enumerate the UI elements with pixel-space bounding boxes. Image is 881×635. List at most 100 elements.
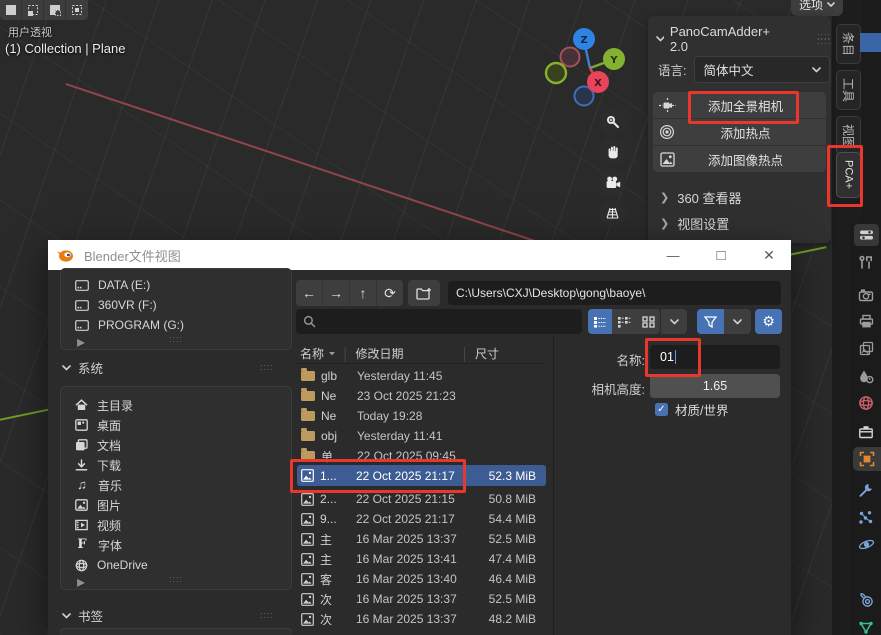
outliner-selected-row[interactable] [860, 33, 881, 52]
tab-view-layer-properties[interactable] [853, 336, 879, 360]
settings-button[interactable]: ⚙ [755, 309, 782, 334]
file-row[interactable]: Ne23 Oct 2025 21:23 [297, 386, 546, 406]
file-row[interactable]: glbYesterday 11:45 [297, 366, 546, 386]
add-image-hotspot-button[interactable]: 添加图像热点 [653, 146, 826, 172]
select-extend-icon[interactable] [22, 0, 44, 20]
minimize-button[interactable]: — [651, 240, 695, 270]
tab-tool[interactable]: 工具 [836, 70, 861, 110]
add-pano-camera-button[interactable]: 添加全景相机 [653, 92, 826, 118]
sidebar-item-videos[interactable]: 视频 [61, 515, 291, 535]
select-subtract-icon[interactable] [44, 0, 66, 20]
zoom-button[interactable] [599, 108, 626, 135]
column-date[interactable]: 修改日期 [356, 345, 404, 362]
bookmarks-section-header[interactable]: 书签 :::: [62, 606, 278, 625]
volumes-expand[interactable]: ▸:::: [61, 335, 291, 349]
tab-physics-properties[interactable] [853, 532, 879, 556]
tab-collection-properties[interactable] [853, 420, 879, 444]
tab-tool-properties[interactable] [853, 250, 879, 274]
navigation-gizmo[interactable]: Z Y X [544, 26, 636, 108]
system-expand[interactable]: ▸:::: [61, 575, 291, 589]
tab-view[interactable]: 视图 [836, 116, 861, 156]
panel-collapse-icon[interactable] [656, 36, 664, 42]
tab-constraint-properties[interactable] [853, 588, 879, 612]
volume-item[interactable]: DATA (E:) [61, 275, 291, 295]
material-world-option[interactable]: ✓ 材质/世界 [655, 400, 728, 419]
volume-item[interactable]: 360VR (F:) [61, 295, 291, 315]
tab-scene-properties[interactable] [853, 364, 879, 388]
file-row[interactable]: 单22 Oct 2025 09:45 [297, 446, 546, 466]
sidebar-item-music[interactable]: ♫ 音乐 [61, 475, 291, 495]
drive-icon [75, 320, 89, 331]
search-input[interactable] [296, 309, 582, 334]
maximize-button[interactable]: □ [699, 240, 743, 270]
new-folder-button[interactable] [408, 280, 440, 306]
section-view-settings[interactable]: ❯ 视图设置 [660, 214, 729, 233]
thumbnail-view-button[interactable] [636, 309, 660, 334]
image-file-icon [301, 513, 314, 526]
camera-height-label: 相机高度: [585, 379, 645, 398]
add-hotspot-button[interactable]: 添加热点 [653, 119, 826, 145]
sidebar-item-home[interactable]: 主目录 [61, 395, 291, 415]
file-row[interactable]: 主16 Mar 2025 13:3752.5 MiB [297, 529, 546, 549]
system-section-header[interactable]: 系统 :::: [62, 358, 278, 377]
volume-item[interactable]: PROGRAM (G:) [61, 315, 291, 335]
select-intersect-icon[interactable] [66, 0, 88, 20]
sidebar-item-fonts[interactable]: F 字体 [61, 535, 291, 555]
sidebar-item-desktop[interactable]: 桌面 [61, 415, 291, 435]
sidebar-item-onedrive[interactable]: OneDrive [61, 555, 291, 575]
tab-modifier-properties[interactable] [853, 478, 879, 502]
options-dropdown[interactable]: 选项 [791, 0, 843, 16]
drive-icon [75, 300, 89, 311]
dialog-titlebar[interactable]: Blender文件视图 — □ ✕ [48, 240, 791, 270]
file-row-selected[interactable]: 1...22 Oct 2025 21:1752.3 MiB [297, 465, 546, 486]
file-row[interactable]: 9...22 Oct 2025 21:1754.4 MiB [297, 509, 546, 529]
file-row[interactable]: 次16 Mar 2025 13:3752.5 MiB [297, 589, 546, 609]
hand-icon [606, 145, 620, 159]
detail-list-view-button[interactable] [612, 309, 636, 334]
file-row[interactable]: NeToday 19:28 [297, 406, 546, 426]
file-row[interactable]: objYesterday 11:41 [297, 426, 546, 446]
column-name[interactable]: 名称 [300, 345, 324, 362]
file-row[interactable]: 次16 Mar 2025 13:3748.2 MiB [297, 609, 546, 629]
filter-button[interactable] [697, 309, 724, 334]
sidebar-item-downloads[interactable]: 下载 [61, 455, 291, 475]
image-file-icon [301, 613, 314, 626]
file-row[interactable]: 2...22 Oct 2025 21:1550.8 MiB [297, 489, 546, 509]
camera-height-input[interactable]: 1.65 [650, 374, 780, 398]
refresh-button[interactable]: ⟳ [377, 280, 403, 306]
chevron-down-icon [62, 613, 71, 619]
tab-pca-plus[interactable]: PCA+ [836, 152, 861, 198]
sidebar-item-documents[interactable]: 文档 [61, 435, 291, 455]
pan-button[interactable] [599, 138, 626, 165]
display-mode-dropdown[interactable] [661, 309, 687, 334]
back-button[interactable]: ← [296, 280, 323, 306]
camera-view-button[interactable] [599, 169, 626, 196]
tab-object-data-properties[interactable] [853, 615, 879, 635]
viewport-perspective-label: 用户透视 [8, 24, 52, 40]
music-icon: ♫ [75, 479, 89, 491]
tab-render-properties[interactable] [853, 283, 879, 307]
sidebar-item-pictures[interactable]: 图片 [61, 495, 291, 515]
vertical-list-view-button[interactable] [588, 309, 612, 334]
forward-button[interactable]: → [323, 280, 350, 306]
filter-dropdown[interactable] [724, 309, 751, 334]
column-size[interactable]: 尺寸 [475, 345, 499, 362]
grid-view-button[interactable] [599, 199, 626, 226]
tab-output-properties[interactable] [853, 309, 879, 333]
drag-grip-icon[interactable]: :::::::: [817, 34, 831, 44]
file-row[interactable]: 主16 Mar 2025 13:4147.4 MiB [297, 549, 546, 569]
tab-object-properties[interactable] [853, 447, 881, 471]
checkbox-checked-icon[interactable]: ✓ [655, 403, 668, 416]
tab-world-properties[interactable] [853, 391, 879, 415]
path-field[interactable]: C:\Users\CXJ\Desktop\gong\baoye\ [448, 281, 781, 305]
language-dropdown[interactable]: 简体中文 [694, 56, 830, 83]
close-button[interactable]: ✕ [747, 240, 791, 270]
editor-type-button[interactable] [854, 224, 879, 246]
tab-item[interactable]: 条目 [836, 24, 861, 64]
section-360-viewer[interactable]: ❯ 360 查看器 [660, 188, 742, 207]
parent-dir-button[interactable]: ↑ [350, 280, 377, 306]
select-set-icon[interactable] [0, 0, 22, 20]
tab-particle-properties[interactable] [853, 505, 879, 529]
file-row[interactable]: 客16 Mar 2025 13:4046.4 MiB [297, 569, 546, 589]
name-input[interactable]: 01 [650, 345, 780, 369]
